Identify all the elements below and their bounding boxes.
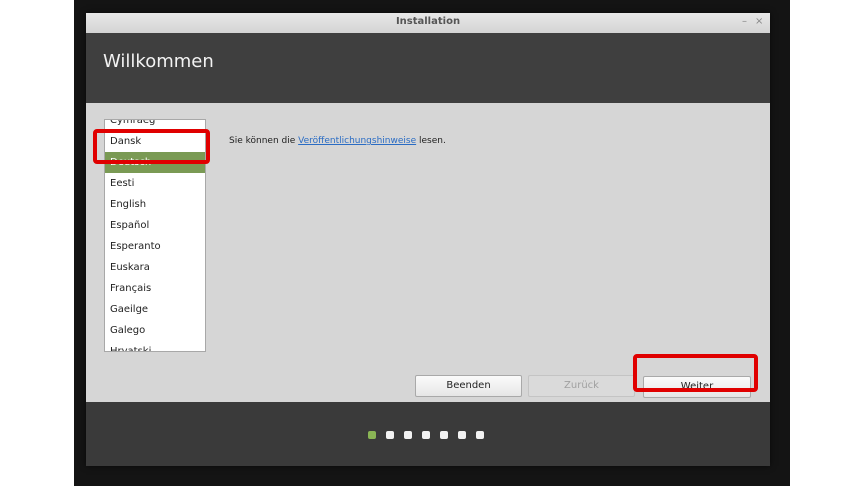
- language-list[interactable]: Cymraeg Dansk Deutsch Eesti English Espa…: [104, 119, 206, 352]
- language-item[interactable]: Cymraeg: [105, 120, 205, 131]
- release-notes-suffix: lesen.: [416, 136, 446, 146]
- language-item[interactable]: Hrvatski: [105, 341, 205, 351]
- language-item[interactable]: Français: [105, 278, 205, 299]
- step-dot: [476, 431, 484, 439]
- language-item[interactable]: English: [105, 194, 205, 215]
- language-item[interactable]: Gaeilge: [105, 299, 205, 320]
- language-item[interactable]: Galego: [105, 320, 205, 341]
- language-item[interactable]: Euskara: [105, 257, 205, 278]
- minimize-button[interactable]: –: [742, 16, 747, 27]
- page-header: Willkommen: [86, 33, 770, 103]
- step-dot: [458, 431, 466, 439]
- quit-button[interactable]: Beenden: [415, 375, 522, 397]
- step-dot: [404, 431, 412, 439]
- titlebar: Installation – ×: [86, 13, 770, 34]
- step-dot: [422, 431, 430, 439]
- step-dot-active: [368, 431, 376, 439]
- next-button[interactable]: Weiter: [643, 376, 751, 398]
- close-button[interactable]: ×: [755, 16, 763, 27]
- back-button[interactable]: Zurück: [528, 375, 635, 397]
- step-dot: [386, 431, 394, 439]
- release-notes-text: Sie können die Veröffentlichungshinweise…: [229, 136, 446, 146]
- installer-window: Installation – × Willkommen Cymraeg Dans…: [86, 13, 770, 466]
- language-item[interactable]: Esperanto: [105, 236, 205, 257]
- progress-footer: [86, 402, 770, 466]
- language-item-selected[interactable]: Deutsch: [105, 152, 205, 173]
- window-title: Installation: [395, 16, 461, 27]
- step-dot: [440, 431, 448, 439]
- page-title: Willkommen: [103, 51, 214, 72]
- language-item[interactable]: Dansk: [105, 131, 205, 152]
- content-area: Cymraeg Dansk Deutsch Eesti English Espa…: [86, 103, 770, 413]
- release-notes-link[interactable]: Veröffentlichungshinweise: [298, 136, 416, 146]
- language-item[interactable]: Eesti: [105, 173, 205, 194]
- release-notes-prefix: Sie können die: [229, 136, 299, 146]
- language-item[interactable]: Español: [105, 215, 205, 236]
